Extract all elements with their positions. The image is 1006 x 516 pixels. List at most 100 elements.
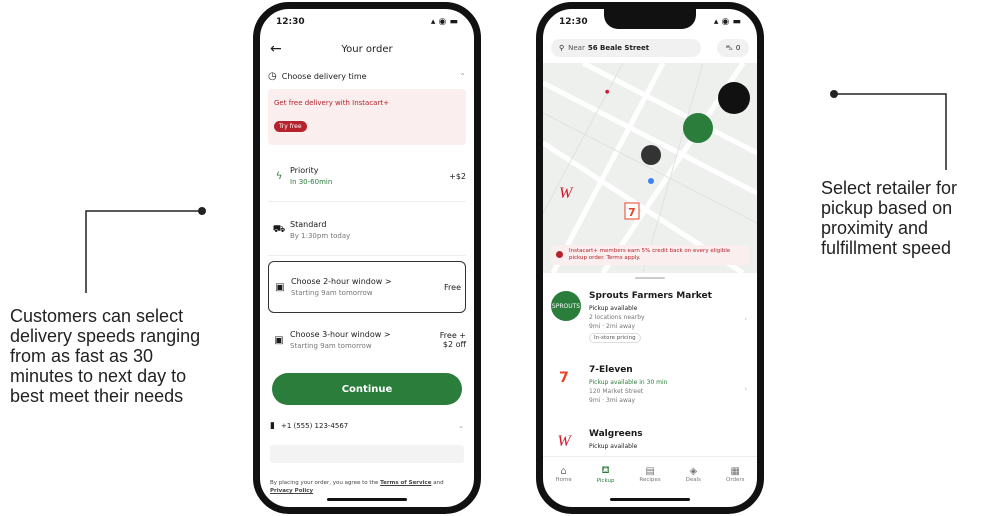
- tab-deals[interactable]: ◈ Deals: [686, 466, 701, 483]
- tab-label: Home: [555, 476, 572, 483]
- chevron-down-icon: ⌄: [458, 422, 464, 430]
- option-price: +$2: [449, 171, 466, 181]
- option-label: Choose 3-hour window >: [290, 330, 391, 339]
- map-pin-7eleven-label: 7: [628, 206, 636, 219]
- store-map[interactable]: W 7 ●: [543, 63, 757, 273]
- map-pin-walgreens[interactable]: W: [559, 185, 574, 202]
- address-selector[interactable]: ⚲ Near 56 Beale Street: [551, 39, 701, 57]
- calendar-icon: ▣: [274, 334, 284, 346]
- map-pin-sprouts[interactable]: [683, 113, 713, 143]
- map-home-marker-icon: [641, 145, 661, 165]
- store-line: Pickup available: [589, 305, 638, 312]
- option-label: Standard: [290, 220, 327, 229]
- terms-prefix: By placing your order, you agree to the: [270, 480, 379, 486]
- connector-left: [85, 207, 206, 293]
- tab-label: Recipes: [639, 476, 661, 483]
- option-sub: Starting 9am tomorrow: [291, 289, 373, 297]
- map-canvas: W 7 ●: [543, 63, 757, 273]
- store-line: 2 locations nearby: [589, 314, 645, 321]
- lightning-icon: ϟ: [275, 170, 283, 182]
- caption-left: Customers can select delivery speeds ran…: [10, 306, 201, 406]
- option-price: Free: [444, 282, 461, 292]
- tab-label: Orders: [726, 476, 745, 483]
- delivery-option-priority[interactable]: ϟ Priority In 30-60min +$2: [268, 151, 466, 202]
- continue-button[interactable]: Continue: [272, 373, 462, 405]
- phone-number-row[interactable]: ▮ +1 (555) 123-4567 ⌄: [270, 421, 464, 431]
- store-name: Walgreens: [589, 429, 643, 439]
- 7eleven-logo-icon: 7: [551, 365, 577, 391]
- back-arrow-icon[interactable]: ←: [270, 41, 290, 57]
- car-icon: ⛟: [272, 223, 286, 235]
- status-time: 12:30: [276, 17, 305, 27]
- tab-label: Pickup: [596, 477, 615, 484]
- tab-orders[interactable]: ▦ Orders: [726, 466, 745, 483]
- status-icons: ▴ ◉ ▬: [713, 17, 741, 27]
- bookmark-icon: ▮: [270, 421, 275, 431]
- store-line: Pickup available: [589, 443, 638, 450]
- option-sub: Starting 9am tomorrow: [290, 342, 372, 350]
- try-free-button[interactable]: Try free: [274, 121, 307, 132]
- cart-button[interactable]: ⛍ 0: [717, 39, 749, 57]
- current-location-icon: [648, 178, 654, 184]
- location-pin-icon: ⚲: [559, 44, 565, 52]
- terms-and: and: [433, 480, 444, 486]
- terms-of-service-link[interactable]: Terms of Service: [380, 480, 431, 486]
- option-label: Choose 2-hour window >: [291, 277, 392, 286]
- section-title: Choose delivery time: [281, 72, 367, 81]
- bottom-tab-bar: ⌂ Home ⛾ Pickup ▤ Recipes ◈ Deals ▦ Orders: [543, 456, 757, 491]
- option-sub: By 1:30pm today: [290, 232, 351, 240]
- status-time: 12:30: [559, 17, 588, 27]
- instructions-input[interactable]: [270, 445, 464, 463]
- chevron-right-icon: ›: [744, 385, 747, 393]
- delivery-option-standard[interactable]: ⛟ Standard By 1:30pm today: [268, 205, 466, 256]
- address-prefix: Near: [568, 44, 585, 52]
- terms-text: By placing your order, you agree to the …: [270, 479, 464, 495]
- promo-text: Get free delivery with Instacart+: [274, 99, 389, 107]
- chevron-up-icon[interactable]: ⌃: [459, 72, 466, 81]
- calendar-icon: ▣: [275, 281, 285, 293]
- map-pin-label: ●: [605, 89, 610, 95]
- caption-right: Select retailer for pickup based on prox…: [821, 178, 958, 258]
- privacy-policy-link[interactable]: Privacy Policy: [270, 488, 313, 494]
- tab-recipes[interactable]: ▤ Recipes: [639, 466, 660, 483]
- store-line: Pickup available in 30 min: [589, 379, 668, 386]
- store-line: 120 Market Street: [589, 388, 644, 395]
- option-price: Free + $2 off: [439, 331, 466, 349]
- phone-pickup-map: 12:30 ▴ ◉ ▬ ⚲ Near 56 Beale Street ⛍ 0 W…: [536, 2, 764, 514]
- pickup-icon: ⛾: [601, 464, 610, 476]
- address-value: 56 Beale Street: [587, 44, 650, 52]
- page-title: Your order: [341, 43, 393, 55]
- store-list-item-7eleven[interactable]: 7 7-Eleven Pickup available in 30 min 12…: [551, 365, 749, 419]
- orders-icon: ▦: [730, 465, 740, 477]
- map-pin-sprouts-dark[interactable]: [718, 82, 750, 114]
- deals-icon: ◈: [689, 465, 698, 477]
- info-icon: [556, 251, 563, 258]
- status-icons: ▴ ◉ ▬: [430, 17, 458, 27]
- delivery-option-2hr-window[interactable]: ▣ Choose 2-hour window > Starting 9am tom…: [268, 261, 466, 313]
- walgreens-logo-icon: W: [551, 429, 577, 455]
- tab-home[interactable]: ⌂ Home: [555, 466, 571, 483]
- store-list-item-sprouts[interactable]: SPROUTS Sprouts Farmers Market Pickup av…: [551, 291, 749, 355]
- store-chip: In-store pricing: [589, 333, 641, 343]
- store-list-item-walgreens[interactable]: W Walgreens Pickup available: [551, 429, 749, 459]
- store-line: 9mi · 3mi away: [589, 397, 636, 404]
- banner-text: Instacart+ members earn 5% credit back o…: [569, 248, 731, 261]
- recipes-icon: ▤: [645, 465, 655, 477]
- store-name: 7-Eleven: [589, 365, 633, 375]
- connector-right: [830, 90, 947, 170]
- delivery-option-3hr-window[interactable]: ▣ Choose 3-hour window > Starting 9am tom…: [268, 315, 466, 365]
- home-indicator: [610, 498, 690, 501]
- cart-icon: ⛍: [725, 43, 733, 52]
- tab-pickup[interactable]: ⛾ Pickup: [597, 465, 615, 484]
- cart-count: 0: [735, 44, 741, 52]
- sheet-handle[interactable]: [635, 277, 665, 279]
- sprouts-logo-icon: SPROUTS: [551, 291, 581, 321]
- home-icon: ⌂: [560, 465, 567, 477]
- pickup-credit-banner: Instacart+ members earn 5% credit back o…: [551, 245, 749, 265]
- option-label: Priority: [290, 166, 319, 175]
- store-name: Sprouts Farmers Market: [589, 291, 712, 301]
- chevron-right-icon: ›: [744, 315, 747, 323]
- option-sub: In 30-60min: [290, 178, 333, 186]
- clock-icon: ◷: [268, 71, 277, 82]
- phone-number: +1 (555) 123-4567: [280, 422, 349, 430]
